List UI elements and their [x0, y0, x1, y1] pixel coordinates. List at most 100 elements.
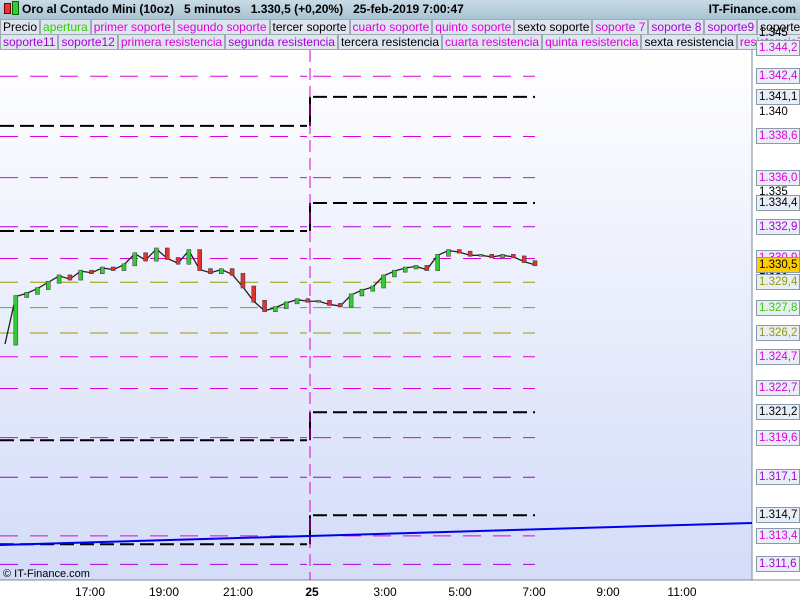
level-label: 1.342,4	[756, 68, 800, 85]
candle	[338, 303, 343, 308]
candle	[392, 269, 397, 278]
level-label: 1.324,7	[756, 348, 800, 365]
level-label: 1.326,2	[756, 324, 800, 341]
candle	[435, 254, 440, 271]
candle	[305, 298, 311, 303]
time-tick: 17:00	[74, 585, 106, 599]
legend-item[interactable]: primer soporte	[90, 19, 175, 35]
price-tick: 1.335	[759, 185, 788, 198]
level-label: 1.336,0	[756, 169, 800, 186]
candle	[208, 268, 213, 274]
candle	[489, 254, 494, 259]
candle	[294, 298, 300, 305]
legend-item[interactable]: segunda resistencia	[225, 34, 338, 50]
legend-item[interactable]: primera resistencia	[117, 34, 226, 50]
candle	[532, 260, 538, 267]
price-tick: 1.340	[759, 106, 788, 119]
candle	[348, 293, 354, 308]
price-tick: 1.345	[759, 27, 788, 39]
legend-item[interactable]: soporte 7	[592, 19, 649, 35]
legend-row-2: soporte11 soporte12 primera resistencia seg…	[0, 34, 800, 50]
legend-item[interactable]: quinta resistencia	[542, 34, 642, 50]
level-label: 1.327,8	[756, 299, 800, 316]
candle	[251, 285, 257, 303]
source: IT-Finance.com	[708, 2, 796, 16]
candle	[143, 252, 148, 262]
candle	[413, 265, 419, 270]
candle-icon	[12, 1, 19, 15]
datetime: 25-feb-2019 7:00:47	[353, 2, 464, 16]
candle	[283, 301, 289, 309]
candle	[24, 292, 29, 298]
candle	[132, 252, 138, 267]
candle	[46, 281, 51, 290]
level-label: 1.319,6	[756, 429, 800, 446]
level-label: 1.332,9	[756, 218, 800, 235]
candle	[219, 268, 224, 274]
level-label: 1.311,6	[756, 556, 800, 573]
legend-item[interactable]: segundo soporte	[174, 19, 270, 35]
legend-item[interactable]: sexto soporte	[514, 19, 593, 35]
candle	[467, 250, 473, 257]
candle	[240, 273, 246, 289]
time-tick: 3:00	[373, 585, 397, 599]
candle	[175, 257, 181, 265]
candle	[78, 269, 83, 281]
legend-item[interactable]: tercer soporte	[269, 19, 350, 35]
candle	[56, 274, 62, 284]
candle	[370, 285, 376, 292]
current-price-label: 1.330,5	[756, 256, 800, 273]
time-tick: 5:00	[448, 585, 472, 599]
time-tick: 9:00	[596, 585, 620, 599]
candle	[500, 254, 505, 259]
level-label: 1.338,6	[756, 128, 800, 145]
legend-item[interactable]: soporte 8	[648, 19, 705, 35]
candle	[197, 249, 202, 271]
legend-item[interactable]: apertura	[40, 19, 91, 35]
legend-item[interactable]: soporte12	[58, 34, 118, 50]
candle	[154, 247, 159, 262]
level-label: 1.321,2	[756, 404, 800, 421]
candle	[478, 254, 484, 257]
candle	[100, 266, 105, 274]
legend-item[interactable]: quinto soporte	[432, 19, 515, 35]
level-label: 1.341,1	[756, 88, 800, 105]
legend-item[interactable]: soporte11	[0, 34, 59, 50]
candle	[521, 255, 527, 263]
legend-item[interactable]: cuarta resistencia	[442, 34, 543, 50]
legend-item[interactable]: Precio	[0, 19, 41, 35]
candle	[511, 254, 516, 259]
candle	[381, 274, 386, 289]
time-tick: 19:00	[148, 585, 180, 599]
legend-item[interactable]: tercera resistencia	[337, 34, 443, 50]
title-bar: Oro al Contado Mini (10oz) 5 minutos 1.3…	[0, 0, 800, 19]
candle	[424, 265, 430, 271]
level-label: 1.314,7	[756, 507, 800, 524]
level-label: 1.313,4	[756, 527, 800, 544]
level-label: 1.322,7	[756, 380, 800, 397]
candle	[35, 287, 40, 295]
candle	[327, 300, 332, 306]
candle-icon	[4, 3, 11, 14]
legend-row-1: Precio apertura primer soporte segundo sopo…	[0, 19, 800, 35]
plot-background	[0, 50, 752, 580]
price-chart	[0, 47, 800, 581]
instrument: Oro al Contado Mini (10oz)	[22, 2, 174, 16]
legend-item[interactable]: cuarto soporte	[349, 19, 433, 35]
candle	[67, 274, 73, 281]
candle	[446, 249, 451, 257]
candle	[186, 249, 192, 265]
level-label: 1.317,1	[756, 469, 800, 486]
candle	[402, 266, 408, 273]
candle	[262, 300, 267, 313]
level-label: 1.344,2	[756, 39, 800, 56]
time-tick: 11:00	[667, 585, 697, 599]
candle	[89, 269, 94, 275]
legend-item[interactable]: sexta resistencia	[641, 34, 737, 50]
candle	[457, 249, 462, 254]
candle	[229, 268, 235, 276]
candle	[316, 300, 321, 303]
copyright: © IT-Finance.com	[3, 568, 90, 580]
last-price: 1.330,5 (+0,20%)	[250, 2, 344, 16]
legend-item[interactable]: soporte9	[704, 19, 758, 35]
